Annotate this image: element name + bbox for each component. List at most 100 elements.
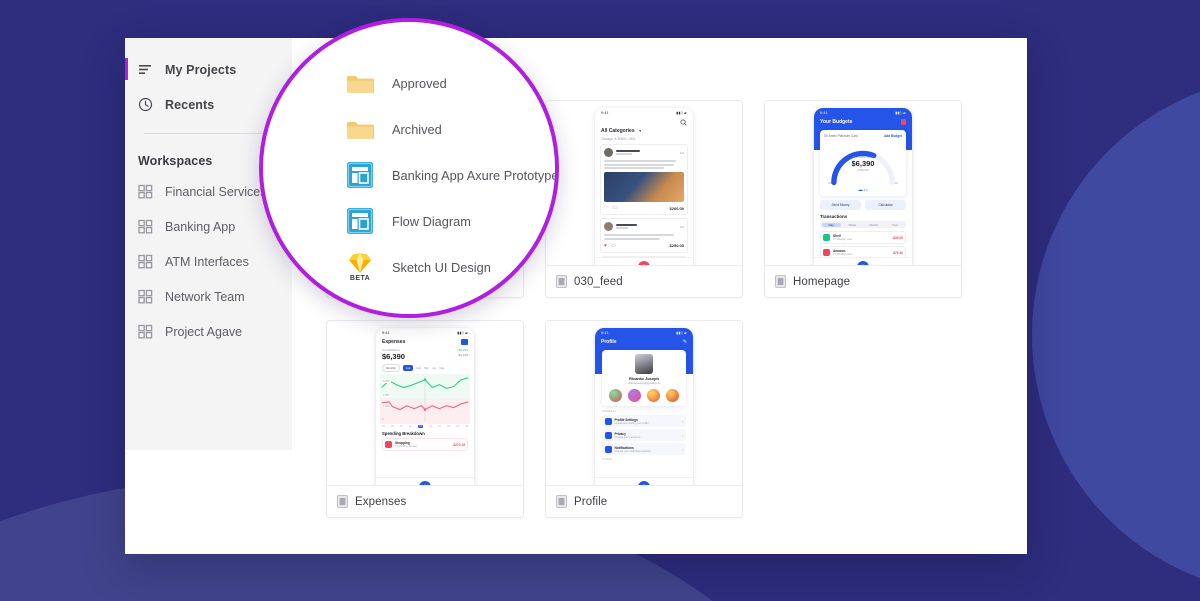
file-row-archived[interactable]: Archived <box>345 106 555 152</box>
tab-home-icon[interactable] <box>601 484 607 485</box>
period-filter[interactable]: Day Week Month Year <box>820 221 906 228</box>
add-budget-button[interactable]: Add Budget <box>884 134 902 138</box>
budget-amount: $6,390 <box>851 159 875 168</box>
file-list: Approved Archived Banking App Axure Prot… <box>345 60 555 290</box>
more-icon[interactable]: ••• <box>680 150 684 155</box>
calculator-button[interactable]: Calculator <box>865 200 906 210</box>
project-thumbnail: 9:41 ▮▮▯ ▰ Expenses Card Balance $6,390 … <box>327 321 523 485</box>
like-icon[interactable]: ♡ <box>604 205 608 211</box>
tab-profile-icon[interactable] <box>462 484 468 485</box>
tab-profile-icon[interactable] <box>900 264 906 265</box>
sidebar-item-project-agave[interactable]: Project Agave <box>125 314 292 349</box>
profile-email: ricardojoseph@gmail.com <box>627 381 661 385</box>
group-label-other: OTHER <box>602 458 613 461</box>
like-icon-filled[interactable]: ♥ <box>604 243 607 249</box>
settings-row[interactable]: Profile Settings Update and modify your … <box>602 415 686 427</box>
add-button[interactable]: + <box>418 481 431 485</box>
breakdown-row[interactable]: Shopping 17 Monday January -$270.15 <box>382 438 468 451</box>
page-file-icon <box>556 495 567 508</box>
budget-card: Sir Amex Platinum Card Add Budget You Ha… <box>820 130 906 196</box>
phone-header: All Categories ▾ Chicago, IL 60601, USA <box>595 117 693 144</box>
add-button[interactable]: + <box>856 261 869 265</box>
search-icon[interactable] <box>680 119 687 126</box>
sidebar-item-label: Recents <box>165 97 215 112</box>
sidebar-item-atm-interfaces[interactable]: ATM Interfaces <box>125 244 292 279</box>
project-card-footer: Expenses <box>327 485 523 517</box>
tab-home-icon[interactable] <box>382 484 388 485</box>
stat-down: -$1,148 <box>457 353 468 357</box>
avatar <box>635 354 653 374</box>
project-card-name: Expenses <box>355 495 407 508</box>
project-card[interactable]: 9:41 ▮▮▯ ▰ All Categories ▾ Chicago, IL … <box>545 100 743 298</box>
period-select[interactable]: Monthly <box>382 364 400 372</box>
phone-status-bar: 9:41 ▮▮▯ ▰ <box>382 330 468 335</box>
file-row-sketch-ui-design[interactable]: BETA Sketch UI Design <box>345 244 555 290</box>
post-image <box>604 172 684 202</box>
expenses-chart: 3,000 2,000 1,000 0 <box>380 374 470 424</box>
sidebar-item-label: Banking App <box>165 219 236 234</box>
badge-icon[interactable] <box>647 389 660 402</box>
badge-icon[interactable] <box>609 389 622 402</box>
feed-post[interactable]: ••• ♥ ▭ $290.00 <box>600 218 688 253</box>
sidebar-item-network-team[interactable]: Network Team <box>125 279 292 314</box>
tab-profile-icon[interactable] <box>681 264 687 265</box>
phone-status-bar: 9:41 ▮▮▯ ▰ <box>601 330 687 335</box>
file-row-flow-diagram[interactable]: Flow Diagram <box>345 198 555 244</box>
page-file-icon <box>775 275 786 288</box>
send-money-button[interactable]: Send Money <box>820 200 861 210</box>
phone-mock-homepage: 9:41 ▮▮▯ ▰ Your Budgets Sir Amex Platinu… <box>814 108 912 265</box>
comment-icon[interactable]: ▭ <box>612 205 617 211</box>
add-button[interactable]: + <box>637 261 650 265</box>
file-row-approved[interactable]: Approved <box>345 60 555 106</box>
background-circle-top-right <box>1032 75 1200 595</box>
edit-icon[interactable]: ✎ <box>683 339 687 345</box>
notification-icon[interactable] <box>901 119 906 125</box>
quick-actions: Send Money Calculator <box>814 196 912 214</box>
feed-post[interactable]: ••• ♡ ▭ $260.00 <box>600 144 688 215</box>
tab-home-icon[interactable] <box>820 264 826 265</box>
badge-icon[interactable] <box>628 389 641 402</box>
tab-expenses-icon[interactable] <box>619 484 625 485</box>
sidebar-item-my-projects[interactable]: My Projects <box>125 52 292 87</box>
transaction-row[interactable]: Shell 17 Monday June -$35.00 <box>820 231 906 244</box>
carousel-dots[interactable]: ▬ • • <box>824 187 902 192</box>
tab-feed-icon[interactable] <box>619 264 625 265</box>
phone-tabbar[interactable]: + <box>595 477 693 485</box>
tab-wallet-icon[interactable] <box>882 264 888 265</box>
grid-icon <box>138 254 153 269</box>
tab-alerts-icon[interactable] <box>663 264 669 265</box>
project-card[interactable]: 9:41 ▮▮▯ ▰ Expenses Card Balance $6,390 … <box>326 320 524 518</box>
settings-row[interactable]: Privacy Change your password › <box>602 429 686 441</box>
settings-row[interactable]: Notifications Change your notification s… <box>602 443 686 455</box>
chevron-right-icon: › <box>682 418 684 424</box>
app-window: My Projects Recents Workspaces Financial… <box>125 38 1027 554</box>
tab-wallet-icon[interactable] <box>444 484 450 485</box>
tab-profile-icon[interactable] <box>681 484 687 485</box>
sidebar: My Projects Recents Workspaces Financial… <box>125 38 292 450</box>
phone-tabbar[interactable]: + <box>595 257 693 265</box>
tab-expenses-icon[interactable] <box>400 484 406 485</box>
add-button[interactable]: + <box>637 481 650 485</box>
badge-icon[interactable] <box>666 389 679 402</box>
phone-tabbar[interactable]: + <box>376 477 474 485</box>
tab-home-icon[interactable] <box>601 264 607 265</box>
project-card-name: Profile <box>574 495 608 508</box>
project-thumbnail: 9:41 ▮▮▯ ▰ All Categories ▾ Chicago, IL … <box>546 101 742 265</box>
project-thumbnail: 9:41 ▮▮▯ ▰ Your Budgets Sir Amex Platinu… <box>765 101 961 265</box>
project-card[interactable]: 9:41 ▮▮▯ ▰ Your Budgets Sir Amex Platinu… <box>764 100 962 298</box>
chart-controls[interactable]: Monthly Jan Feb Mar Apr May <box>376 361 474 372</box>
file-row-banking-app-axure-prototype[interactable]: Banking App Axure Prototype <box>345 152 555 198</box>
tab-expenses-icon[interactable] <box>838 264 844 265</box>
card-icon[interactable] <box>461 339 468 345</box>
grid-icon <box>138 289 153 304</box>
page-file-icon <box>337 495 348 508</box>
sidebar-item-label: Network Team <box>165 289 245 304</box>
feed-list: ••• ♡ ▭ $260.00 ••• ♥ ▭ $290.00 <box>595 144 693 265</box>
more-icon[interactable]: ••• <box>680 224 684 229</box>
comment-icon[interactable]: ▭ <box>611 243 616 249</box>
phone-tabbar[interactable]: + <box>814 257 912 265</box>
phone-header: Your Budgets <box>814 117 912 128</box>
project-card[interactable]: 9:41 ▮▮▯ ▰ Profile ✎ Ricardo Joseph rica… <box>545 320 743 518</box>
tab-wallet-icon[interactable] <box>663 484 669 485</box>
phone-status-bar: 9:41 ▮▮▯ ▰ <box>601 110 687 115</box>
